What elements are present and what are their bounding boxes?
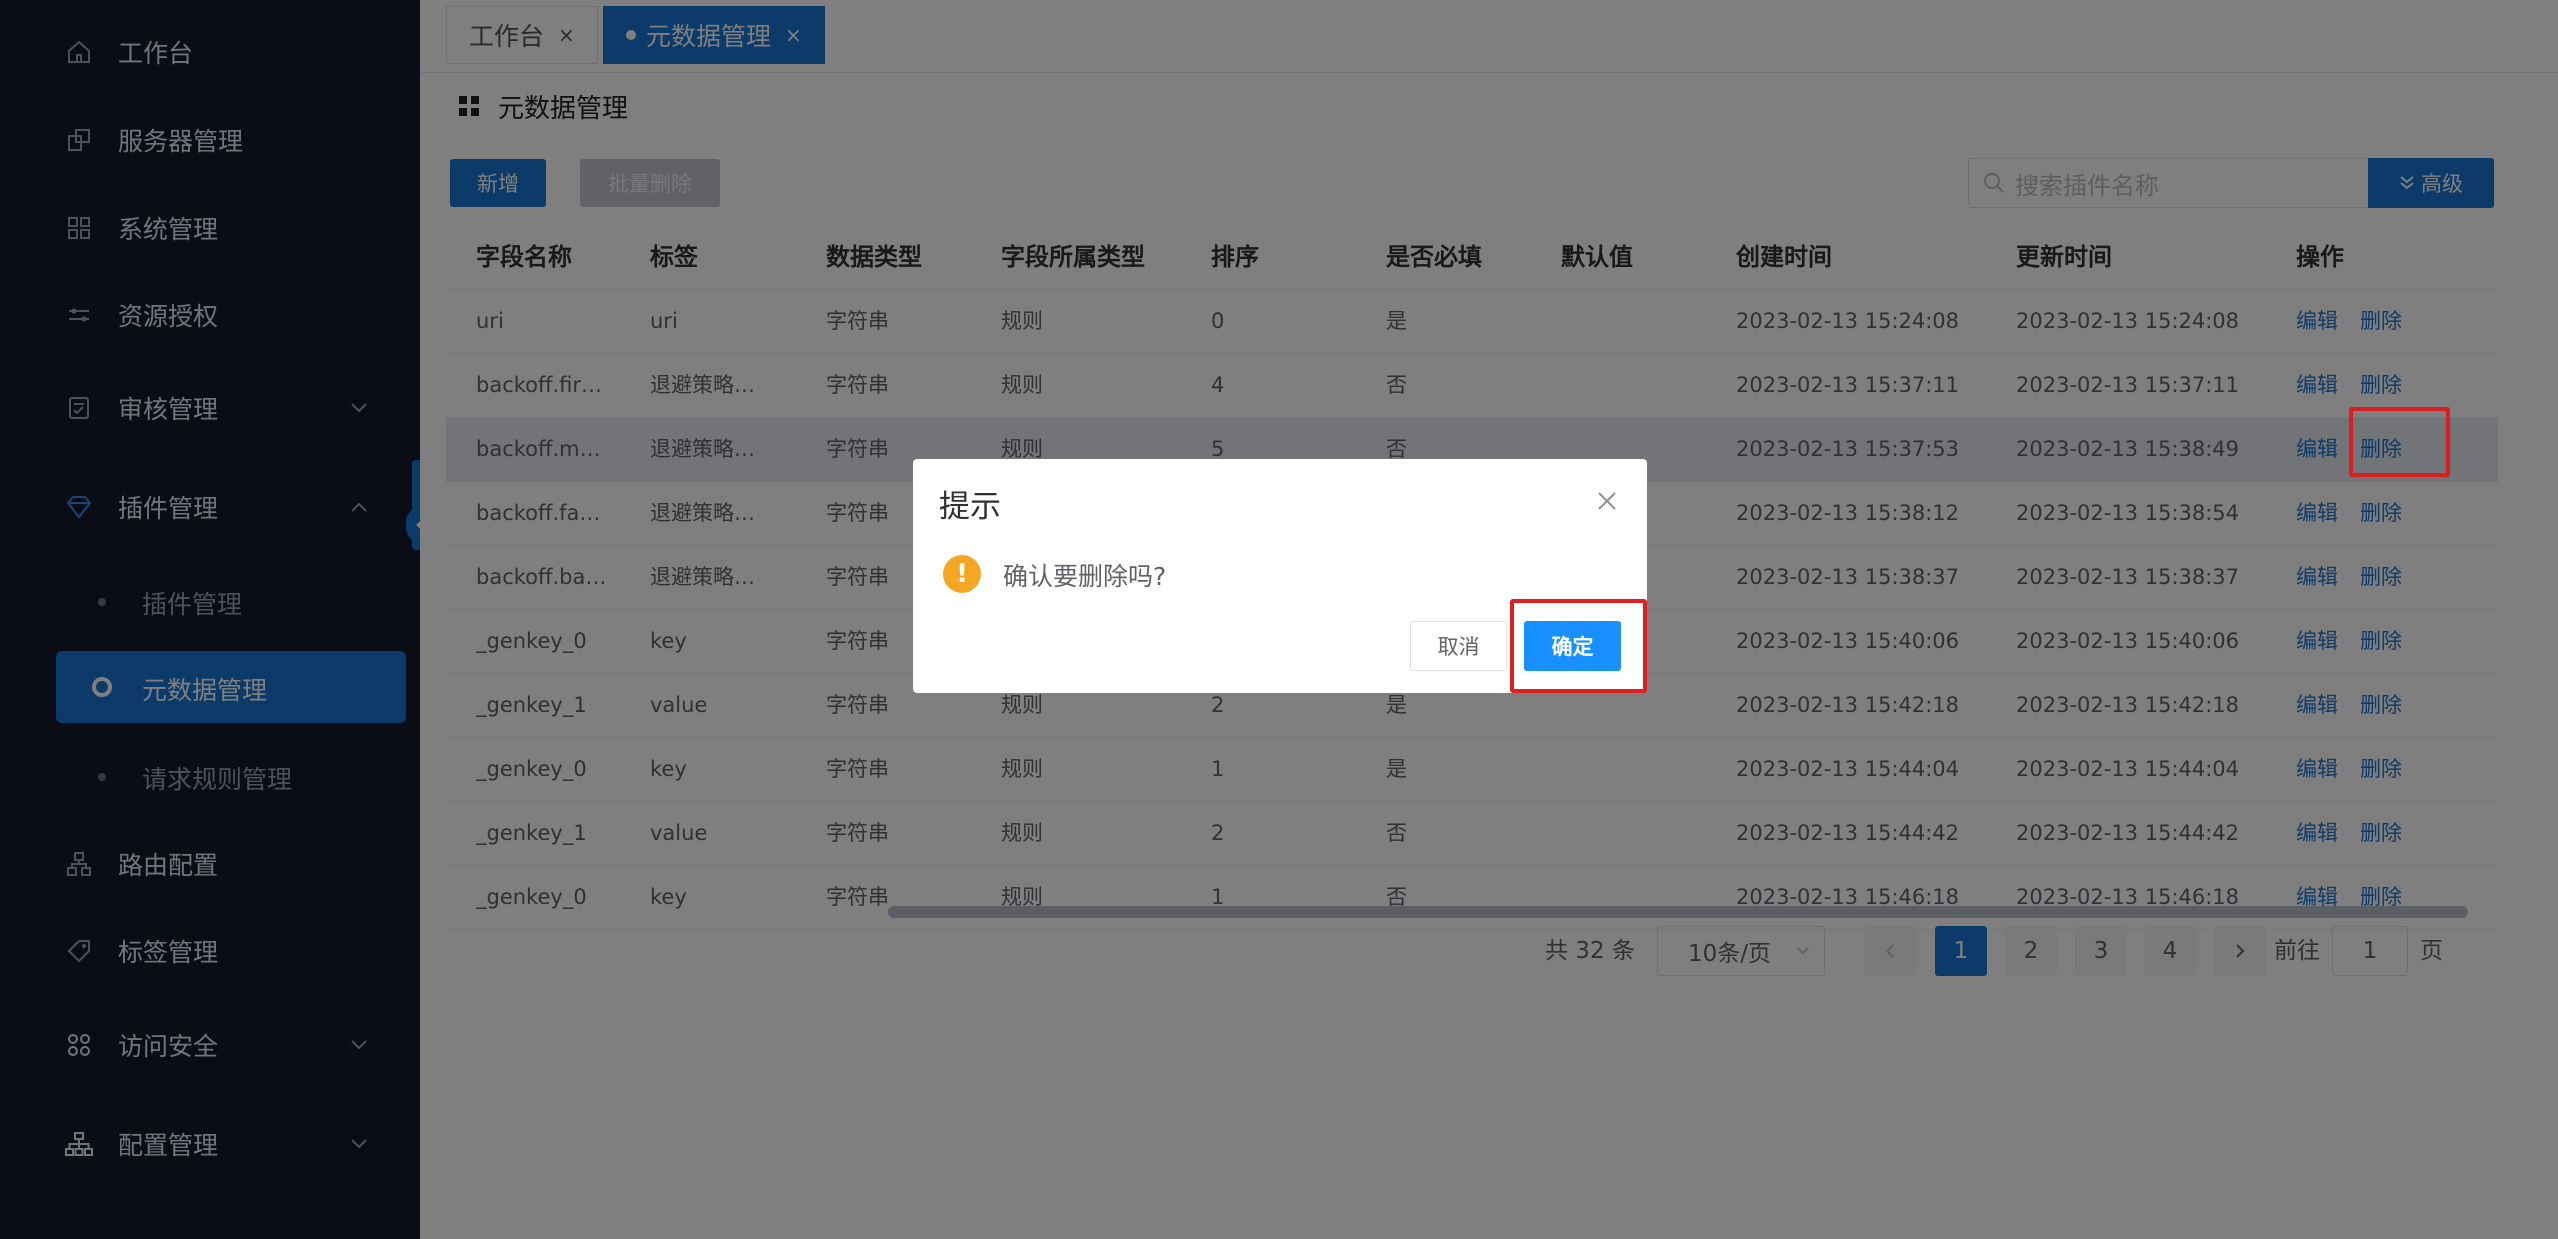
warning-icon: ! xyxy=(943,555,981,593)
highlight-box-delete-link-top xyxy=(2349,407,2450,477)
highlight-box-confirm-button xyxy=(1510,599,1647,693)
dialog-message: 确认要删除吗? xyxy=(1003,562,1167,591)
close-icon[interactable] xyxy=(1595,489,1619,513)
cancel-button[interactable]: 取消 xyxy=(1410,621,1507,671)
dialog-title: 提示 xyxy=(939,489,1001,525)
